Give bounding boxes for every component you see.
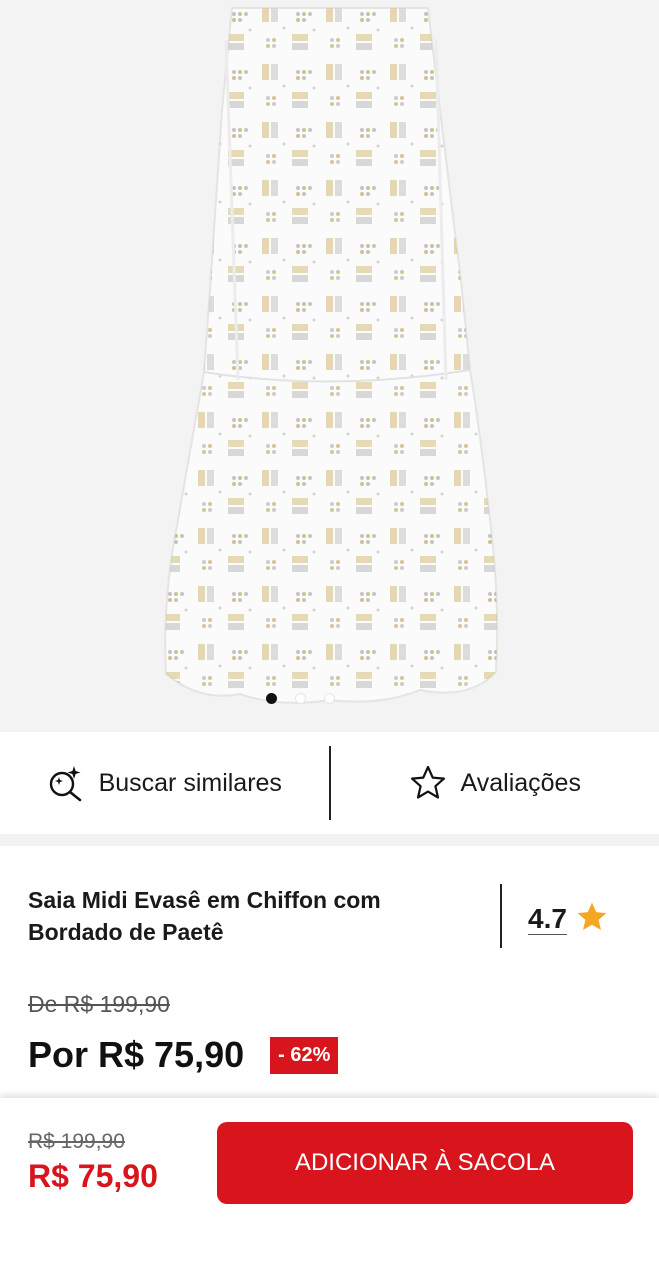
product-image bbox=[164, 7, 499, 704]
star-outline-icon bbox=[409, 764, 447, 802]
carousel-dot-2[interactable] bbox=[295, 693, 306, 704]
product-image-carousel[interactable] bbox=[0, 0, 659, 732]
reviews-label: Avaliações bbox=[460, 768, 581, 797]
carousel-indicators bbox=[0, 693, 659, 704]
bottom-original-price: R$ 199,90 bbox=[28, 1130, 125, 1153]
bottom-purchase-bar: R$ 199,90 R$ 75,90 ADICIONAR À SACOLA bbox=[0, 1098, 659, 1280]
rating-value[interactable]: 4.7 bbox=[528, 904, 567, 935]
original-price: De R$ 199,90 bbox=[28, 991, 170, 1017]
star-filled-icon bbox=[575, 900, 609, 939]
product-actions-bar: Buscar similares Avaliações bbox=[0, 732, 659, 834]
discount-badge: - 62% bbox=[270, 1036, 339, 1074]
sale-price: Por R$ 75,90 bbox=[28, 1034, 245, 1075]
rating[interactable]: 4.7 bbox=[528, 900, 609, 939]
section-separator bbox=[0, 834, 659, 846]
carousel-dot-3[interactable] bbox=[324, 693, 335, 704]
add-to-bag-button[interactable]: ADICIONAR À SACOLA bbox=[217, 1122, 633, 1204]
reviews-button[interactable]: Avaliações bbox=[331, 732, 659, 834]
product-info: Saia Midi Evasê em Chiffon com Bordado d… bbox=[0, 846, 659, 1098]
carousel-dot-1[interactable] bbox=[266, 693, 277, 704]
product-title: Saia Midi Evasê em Chiffon com Bordado d… bbox=[28, 887, 381, 945]
search-similar-label: Buscar similares bbox=[98, 768, 282, 797]
sparkle-search-icon bbox=[47, 764, 85, 802]
bottom-sale-price: R$ 75,90 bbox=[28, 1158, 158, 1194]
rating-divider bbox=[500, 884, 502, 948]
search-similar-button[interactable]: Buscar similares bbox=[0, 732, 329, 834]
